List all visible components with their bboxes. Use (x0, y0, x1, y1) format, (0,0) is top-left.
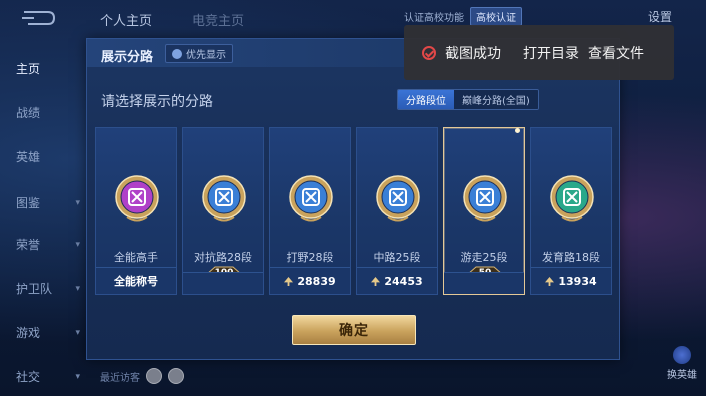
cert-area: 认证高校功能 高校认证 (404, 7, 522, 26)
screenshot-toast: 截图成功 打开目录 查看文件 (404, 25, 674, 80)
rank-score-value: 24453 (384, 274, 423, 288)
lane-card-footer: 全能称号 (96, 267, 176, 294)
selected-indicator (515, 128, 520, 133)
lane-card-footer (444, 272, 524, 294)
nav-item-4[interactable]: 荣誉 ▾ (16, 236, 86, 253)
priority-display-button[interactable]: 优先显示 (165, 44, 233, 63)
settings-button[interactable]: 设置 (648, 8, 672, 25)
view-file-link[interactable]: 查看文件 (588, 43, 644, 63)
lane-emblem-icon (289, 175, 333, 222)
nav-item-label: 图鉴 (16, 196, 41, 210)
lane-card-footer: 28839 (270, 267, 350, 294)
dialog-prompt: 请选择展示的分路 (101, 94, 213, 110)
lane-emblem-icon (115, 175, 159, 222)
rank-score-icon (545, 276, 555, 286)
confirm-button[interactable]: 确定 (292, 315, 416, 345)
lane-card-footer (183, 272, 263, 294)
top-tabs: 个人主页 电竞主页 (100, 10, 244, 29)
nav-item-label: 主页 (16, 62, 41, 76)
nav-item-2[interactable]: 英雄 (16, 148, 86, 165)
lane-card[interactable]: 中路25段 24453 (356, 127, 438, 295)
nav-item-label: 社交 (16, 370, 41, 384)
lane-rank-label: 发育路18段 (542, 251, 600, 264)
lane-rank-label: 全能高手 (114, 251, 158, 264)
nav-item-1[interactable]: 战绩 (16, 104, 86, 121)
lane-rank-label: 打野28段 (286, 251, 334, 264)
nav-item-label: 战绩 (16, 106, 41, 120)
nav-item-7[interactable]: 社交 ▾ (16, 368, 86, 385)
avatar[interactable] (146, 368, 162, 384)
open-folder-link[interactable]: 打开目录 (523, 43, 579, 63)
switch-hero-button[interactable]: 换英雄 (664, 346, 700, 386)
lane-emblem-icon (463, 175, 507, 222)
nav-item-label: 英雄 (16, 150, 41, 164)
rank-score-value: 13934 (558, 274, 597, 288)
chevron-down-icon: ▾ (75, 239, 80, 250)
lane-rank-label: 游走25段 (460, 251, 508, 264)
hero-icon (673, 346, 691, 364)
nav-item-5[interactable]: 护卫队 ▾ (16, 280, 86, 297)
segment-tab-1[interactable]: 巅峰分路(全国) (454, 90, 538, 109)
lane-rank-label: 对抗路28段 (194, 251, 252, 264)
priority-display-label: 优先显示 (186, 50, 226, 61)
tab-esports[interactable]: 电竞主页 (192, 10, 244, 29)
lane-card[interactable]: 打野28段 28839 (269, 127, 351, 295)
lane-rank-label: 中路25段 (373, 251, 421, 264)
rank-type-switch: 分路段位 巅峰分路(全国) (397, 89, 539, 110)
title-label: 全能称号 (114, 275, 158, 288)
lane-emblem-icon (202, 175, 246, 222)
nav-item-3[interactable]: 图鉴 ▾ (16, 194, 86, 211)
lane-card[interactable]: 发育路18段 13934 (530, 127, 612, 295)
lane-card-footer: 13934 (531, 267, 611, 294)
lane-emblem-icon (376, 175, 420, 222)
nav-item-label: 游戏 (16, 326, 41, 340)
cert-text: 认证高校功能 (404, 13, 464, 24)
lane-emblem-icon (550, 175, 594, 222)
chevron-down-icon: ▾ (75, 327, 80, 338)
visitors-label: 最近访客 (100, 372, 140, 384)
nav-item-label: 护卫队 (16, 282, 53, 296)
rank-score-icon (284, 276, 294, 286)
lane-display-dialog: 展示分路 优先显示 请选择展示的分路 分路段位 巅峰分路(全国) 全能高手全能称号… (86, 38, 620, 360)
lane-card-footer: 24453 (357, 267, 437, 294)
segment-tab-0[interactable]: 分路段位 (398, 90, 454, 109)
gear-icon (172, 48, 182, 59)
dialog-title: 展示分路 (101, 50, 154, 65)
lane-card[interactable]: 对抗路28段100 (182, 127, 264, 295)
nav-item-0[interactable]: 主页 (16, 60, 86, 77)
nav-item-6[interactable]: 游戏 ▾ (16, 324, 86, 341)
lane-card[interactable]: 游走25段50 (443, 127, 525, 295)
toast-message: 截图成功 (445, 45, 501, 62)
rank-score-icon (371, 276, 381, 286)
back-logo-icon[interactable] (18, 8, 58, 28)
tab-personal[interactable]: 个人主页 (100, 10, 152, 29)
nav-item-label: 荣誉 (16, 238, 41, 252)
chevron-down-icon: ▾ (75, 371, 80, 382)
lane-card[interactable]: 全能高手 全能称号 (95, 127, 177, 295)
check-circle-icon (422, 45, 436, 60)
avatar[interactable] (168, 368, 184, 384)
switch-hero-label: 换英雄 (667, 370, 697, 381)
recent-visitors[interactable]: 最近访客 (100, 368, 184, 384)
chevron-down-icon: ▾ (75, 283, 80, 294)
cert-badge-button[interactable]: 高校认证 (470, 7, 522, 26)
chevron-down-icon: ▾ (75, 197, 80, 208)
rank-score-value: 28839 (297, 274, 336, 288)
